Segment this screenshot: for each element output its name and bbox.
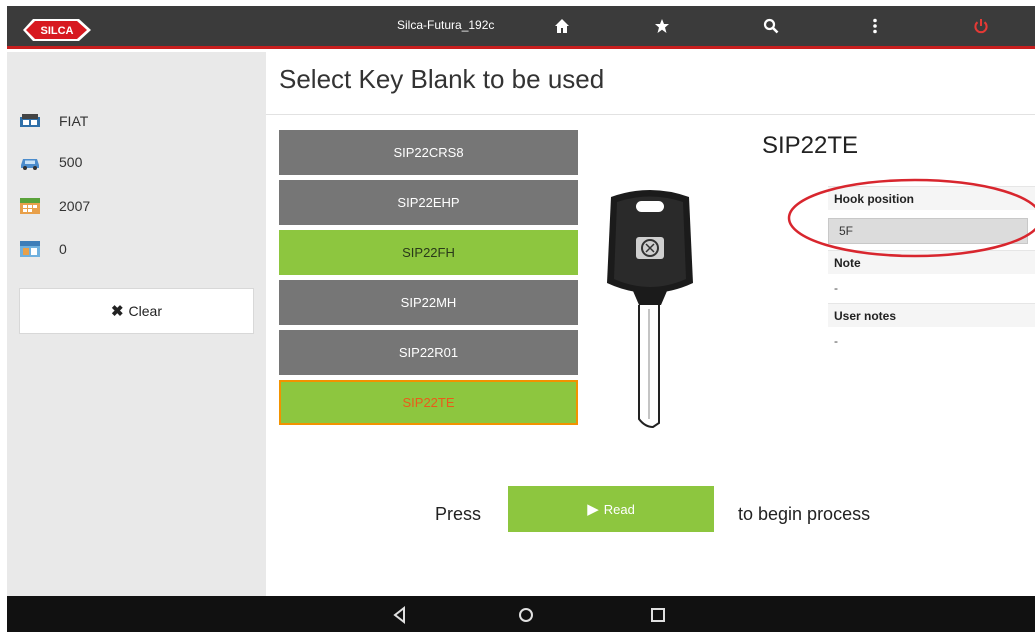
power-icon[interactable] — [969, 14, 993, 38]
play-icon: ▶ — [587, 501, 599, 518]
app-window: SILCA Silca-Futura_192c FIAT 500 2007 0 … — [0, 0, 1035, 632]
user-notes-value: - — [834, 334, 838, 348]
back-icon[interactable] — [389, 604, 411, 626]
key-blank-label: SIP22MH — [400, 295, 457, 310]
sidebar-item-year: 2007 — [19, 194, 90, 218]
page-title: Select Key Blank to be used — [279, 64, 605, 94]
key-blank-image — [607, 190, 693, 429]
clear-button-label: Clear — [128, 303, 163, 319]
sidebar-item-label: FIAT — [59, 113, 89, 129]
note-value: - — [834, 281, 838, 295]
star-icon[interactable] — [650, 14, 674, 38]
home-icon[interactable] — [550, 14, 574, 38]
begin-process-text: to begin process — [738, 504, 871, 524]
user-notes-label: User notes — [828, 303, 1035, 327]
selected-key-name: SIP22TE — [762, 132, 859, 159]
sidebar: FIAT 500 2007 0 ✖ Clear — [7, 52, 266, 596]
car-brand-icon — [20, 114, 40, 127]
key-blank-label: SIP22EHP — [397, 195, 460, 210]
sidebar-item-label: 500 — [59, 154, 83, 170]
device-name: Silca-Futura_192c — [397, 18, 495, 32]
annotation-ellipse — [787, 178, 1035, 258]
frame-edge — [0, 0, 7, 632]
sidebar-item-model: 500 — [19, 150, 82, 174]
read-button[interactable]: ▶ Read — [508, 486, 714, 532]
silca-logo: SILCA — [23, 19, 91, 41]
sidebar-item-label: 0 — [59, 241, 67, 257]
recents-icon[interactable] — [647, 604, 669, 626]
key-blank-label: SIP22FH — [402, 245, 455, 260]
sidebar-item-label: 2007 — [59, 198, 91, 214]
key-blank-label: SIP22CRS8 — [393, 145, 464, 160]
key-blank-item[interactable]: SIP22R01 — [279, 330, 578, 375]
calendar-count-icon — [20, 241, 40, 257]
close-icon: ✖ — [110, 303, 124, 320]
key-blank-item-selected[interactable]: SIP22TE — [279, 380, 578, 425]
sidebar-item-count: 0 — [19, 237, 67, 261]
brand-logo-text: SILCA — [41, 25, 74, 37]
main-panel: Select Key Blank to be used SIP22CRS8 SI… — [266, 52, 1035, 596]
key-blank-item[interactable]: SIP22FH — [279, 230, 578, 275]
key-blank-item[interactable]: SIP22MH — [279, 280, 578, 325]
title-divider — [266, 114, 1035, 115]
sidebar-item-brand: FIAT — [19, 109, 88, 133]
top-bar: SILCA Silca-Futura_192c — [7, 6, 1035, 49]
home-circle-icon[interactable] — [515, 604, 537, 626]
press-text: Press — [435, 504, 482, 524]
key-blank-item[interactable]: SIP22EHP — [279, 180, 578, 225]
key-blank-label: SIP22TE — [402, 395, 455, 410]
key-blank-item[interactable]: SIP22CRS8 — [279, 130, 578, 175]
car-model-icon — [21, 159, 39, 170]
search-icon[interactable] — [759, 14, 783, 38]
key-blank-label: SIP22R01 — [398, 345, 459, 360]
android-nav-bar — [7, 596, 1035, 632]
more-vertical-icon[interactable] — [863, 14, 887, 38]
calendar-year-icon — [20, 198, 40, 214]
read-button-label: Read — [603, 501, 635, 517]
clear-button[interactable]: ✖ Clear — [19, 288, 254, 334]
